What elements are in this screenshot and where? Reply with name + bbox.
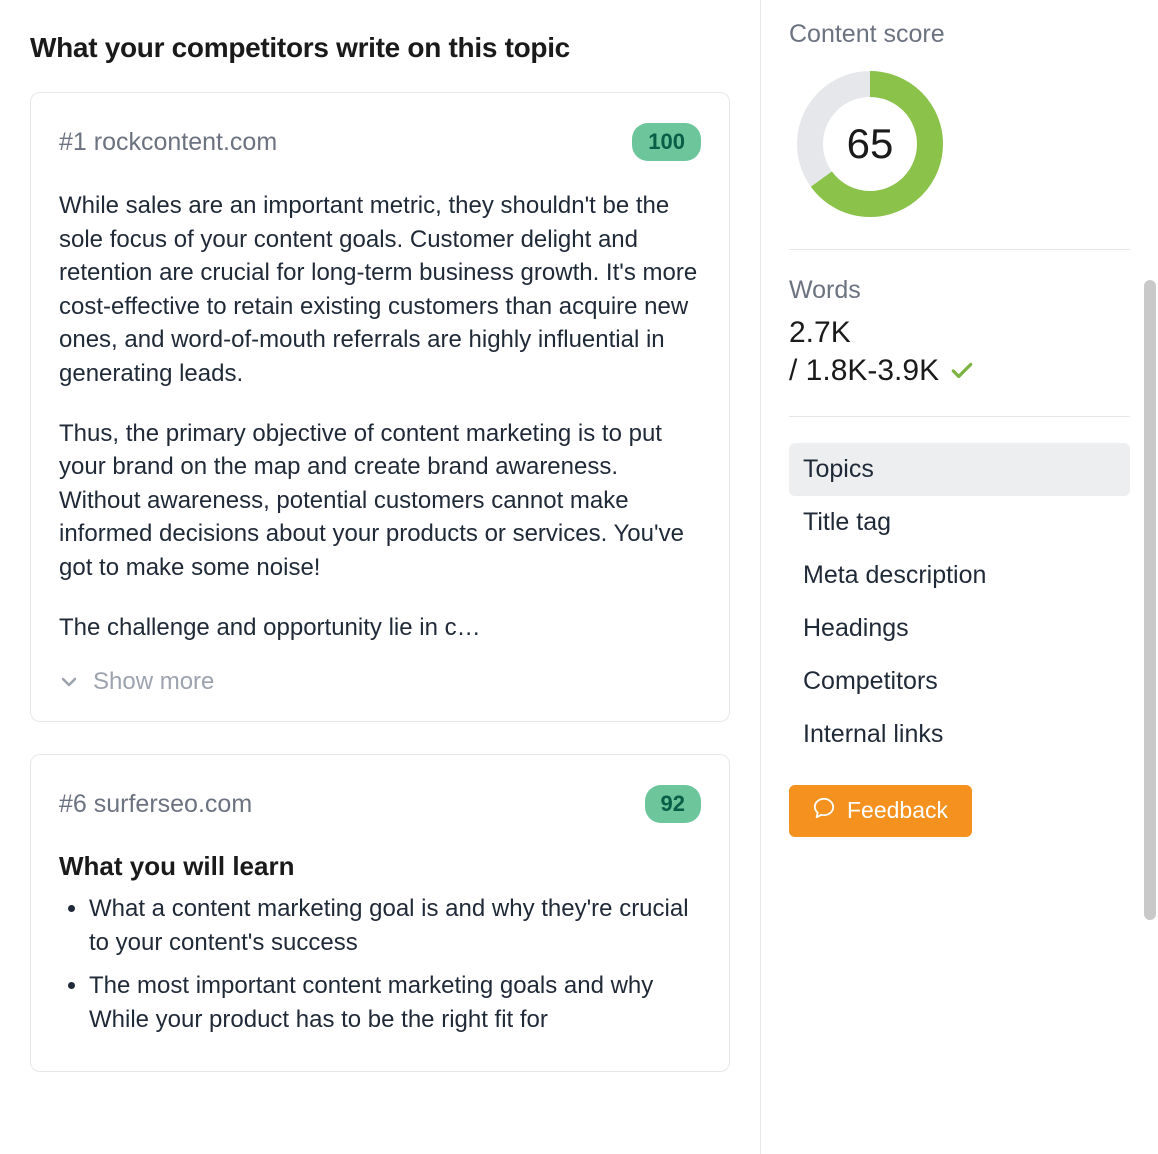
feedback-button[interactable]: Feedback [789, 785, 972, 837]
chat-icon [813, 797, 835, 825]
checkmark-icon [949, 358, 975, 384]
competitor-card-header: #6 surferseo.com 92 [59, 785, 701, 823]
list-item: What a content marketing goal is and why… [89, 892, 701, 959]
competitor-card-body: While sales are an important metric, the… [59, 189, 701, 644]
competitor-rank-label: #1 rockcontent.com [59, 128, 277, 157]
nav-item-title-tag[interactable]: Title tag [789, 496, 1130, 549]
nav-item-headings[interactable]: Headings [789, 602, 1130, 655]
sidebar-nav: Topics Title tag Meta description Headin… [789, 443, 1130, 761]
content-score-label: Content score [789, 20, 1130, 49]
competitor-paragraph: The challenge and opportunity lie in c… [59, 611, 701, 645]
show-more-button[interactable]: Show more [59, 668, 214, 696]
competitor-rank-label: #6 surferseo.com [59, 790, 252, 819]
words-range: / 1.8K-3.9K [789, 354, 975, 388]
competitor-card-header: #1 rockcontent.com 100 [59, 123, 701, 161]
show-more-label: Show more [93, 668, 214, 696]
competitor-subheading: What you will learn [59, 851, 701, 882]
chevron-down-icon [59, 672, 79, 692]
sidebar-divider [789, 249, 1130, 250]
nav-item-competitors[interactable]: Competitors [789, 655, 1130, 708]
competitor-card: #6 surferseo.com 92 What you will learn … [30, 754, 730, 1071]
nav-item-topics[interactable]: Topics [789, 443, 1130, 496]
scrollbar[interactable] [1144, 0, 1156, 1154]
feedback-label: Feedback [847, 797, 948, 824]
nav-item-internal-links[interactable]: Internal links [789, 708, 1130, 761]
competitor-bullet-list: What a content marketing goal is and why… [59, 892, 701, 1036]
list-item: The most important content marketing goa… [89, 969, 701, 1036]
words-value: 2.7K [789, 313, 1130, 354]
competitor-card: #1 rockcontent.com 100 While sales are a… [30, 92, 730, 722]
competitor-score-badge: 92 [645, 785, 701, 823]
nav-item-meta-description[interactable]: Meta description [789, 549, 1130, 602]
competitor-paragraph: While sales are an important metric, the… [59, 189, 701, 391]
competitor-card-body: What you will learn What a content marke… [59, 851, 701, 1036]
competitor-paragraph: Thus, the primary objective of content m… [59, 417, 701, 585]
content-score-value: 65 [847, 120, 894, 168]
competitor-score-badge: 100 [632, 123, 701, 161]
page-title: What your competitors write on this topi… [30, 32, 730, 64]
scrollbar-thumb[interactable] [1144, 280, 1156, 920]
content-score-donut: 65 [789, 69, 1130, 219]
words-label: Words [789, 276, 1130, 305]
sidebar-divider [789, 416, 1130, 417]
words-range-text: / 1.8K-3.9K [789, 354, 939, 388]
